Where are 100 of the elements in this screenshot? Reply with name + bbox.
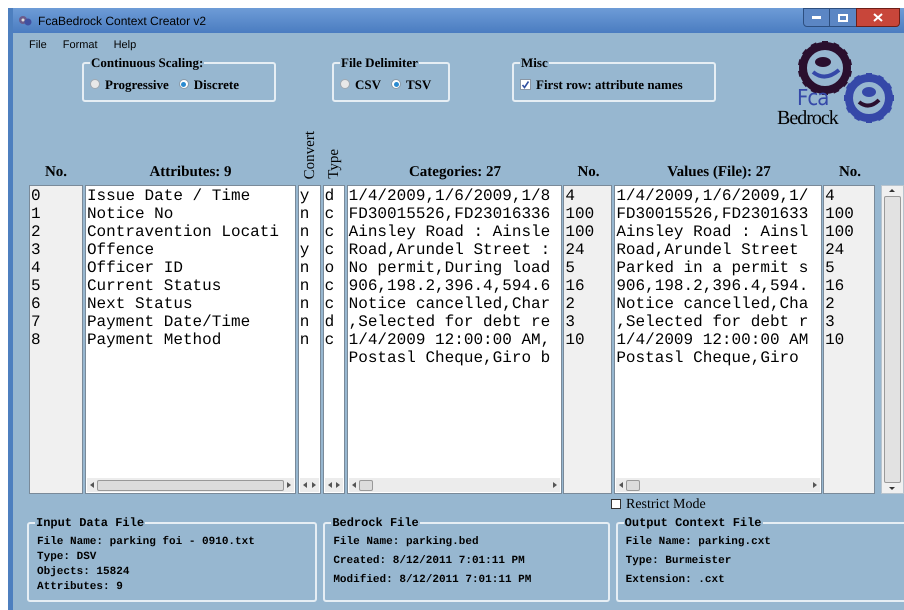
horizontal-scrollbar[interactable]	[616, 478, 820, 492]
minimize-button[interactable]	[803, 8, 830, 27]
row-number: 2	[30, 223, 41, 241]
category-count: 5	[564, 259, 575, 277]
info-text: Attributes: 9	[37, 580, 123, 594]
info-text: Created: 8/12/2011 7:01:11 PM	[333, 554, 525, 568]
category-values: ,Selected for debt re	[348, 313, 550, 331]
value-count: 100	[824, 205, 854, 223]
window-title: FcaBedrock Context Creator v2	[38, 12, 206, 30]
file-values: ,Selected for debt r	[615, 313, 808, 331]
radio-option[interactable]: CSV	[340, 74, 382, 94]
attribute-name: Issue Date / Time	[86, 187, 250, 205]
attribute-name: Offence	[86, 241, 154, 259]
convert-value: n	[298, 205, 310, 223]
row-number: 7	[30, 313, 41, 331]
file-values: Parked in a permit s	[615, 259, 808, 277]
column-header: Categories: 27	[408, 162, 502, 182]
category-count: 100	[564, 223, 594, 241]
horizontal-scrollbar[interactable]	[86, 478, 294, 492]
file-values: 1/4/2009,1/6/2009,1/	[615, 187, 808, 205]
info-text: File Name: parking foi - 0910.txt	[37, 535, 255, 549]
category-values: FD30015526,FD23016336	[348, 205, 550, 223]
column-header: Type	[325, 149, 343, 179]
attribute-name: Contravention Locati	[86, 223, 279, 241]
info-text: File Name: parking.bed	[333, 535, 479, 549]
value-count: 10	[824, 331, 844, 349]
category-count: 100	[564, 205, 594, 223]
category-values: No permit,During load	[348, 259, 550, 277]
type-code: c	[324, 205, 334, 223]
category-count: 10	[564, 331, 585, 349]
menu-item[interactable]: Format	[62, 37, 98, 53]
value-count: 24	[824, 241, 844, 259]
panel-title: Output Context File	[624, 515, 762, 532]
type-code: d	[324, 313, 334, 331]
convert-value: n	[298, 223, 310, 241]
menu-item[interactable]: Help	[114, 37, 136, 53]
menu-item[interactable]: File	[29, 37, 47, 53]
attribute-name: Officer ID	[86, 259, 183, 277]
close-icon	[873, 13, 883, 22]
convert-value: n	[298, 313, 310, 331]
category-values: Notice cancelled,Char	[348, 295, 550, 313]
horizontal-scrollbar[interactable]	[324, 478, 343, 492]
category-values: Ainsley Road : Ainsle	[348, 223, 550, 241]
attribute-name: Payment Date/Time	[86, 313, 250, 331]
group-label: Misc	[520, 54, 549, 72]
convert-value: y	[298, 241, 310, 259]
column-header: No.	[838, 162, 862, 182]
convert-value: n	[298, 295, 310, 313]
radio-option[interactable]: TSV	[391, 74, 432, 94]
convert-value: y	[298, 187, 310, 205]
type-code: c	[324, 223, 334, 241]
logo-text: Bedrock	[777, 108, 838, 128]
checkbox[interactable]: First row: attribute names	[520, 74, 683, 94]
close-button[interactable]	[856, 8, 900, 27]
maximize-button[interactable]	[830, 8, 856, 27]
row-number: 6	[30, 295, 41, 313]
row-number: 1	[30, 205, 41, 223]
value-count: 5	[824, 259, 835, 277]
column-header: Attributes: 9	[149, 162, 232, 182]
column-header: Values (File): 27	[667, 162, 771, 182]
attribute-name: Next Status	[86, 295, 193, 313]
type-code: c	[324, 331, 334, 349]
attribute-name: Current Status	[86, 277, 222, 295]
column-header: No.	[44, 162, 68, 182]
info-text: Modified: 8/12/2011 7:01:11 PM	[333, 573, 532, 587]
attribute-name: Payment Method	[86, 331, 222, 349]
panel-title: Bedrock File	[331, 515, 420, 532]
info-text: Type: Burmeister	[626, 554, 732, 568]
file-values: Notice cancelled,Cha	[615, 295, 808, 313]
category-count: 16	[564, 277, 585, 295]
category-values: Postasl Cheque,Giro b	[348, 349, 550, 367]
category-values: 1/4/2009,1/6/2009,1/8	[348, 187, 550, 205]
radio-option[interactable]: Progressive	[90, 74, 169, 94]
horizontal-scrollbar[interactable]	[348, 478, 560, 492]
category-values: 1/4/2009 12:00:00 AM,	[348, 331, 550, 349]
value-count: 100	[824, 223, 854, 241]
row-number: 3	[30, 241, 41, 259]
info-text: Type: DSV	[37, 550, 96, 564]
category-values: Road,Arundel Street :	[348, 241, 550, 259]
value-count: 4	[824, 187, 835, 205]
radio-option[interactable]: Discrete	[178, 74, 240, 94]
value-count: 2	[824, 295, 835, 313]
file-values: 906,198.2,396.4,594.	[615, 277, 808, 295]
group-label: Continuous Scaling:	[90, 54, 204, 72]
type-code: c	[324, 241, 334, 259]
vertical-scrollbar[interactable]	[881, 185, 904, 494]
group-label: File Delimiter	[340, 54, 419, 72]
column-header: Convert	[300, 130, 318, 179]
file-values: Ainsley Road : Ainsl	[615, 223, 808, 241]
column-header: No.	[577, 162, 600, 182]
row-number: 0	[30, 187, 41, 205]
value-count: 3	[824, 313, 835, 331]
check-icon	[521, 80, 530, 89]
logo-text: Fca	[797, 88, 828, 110]
value-count: 16	[824, 277, 844, 295]
info-text: File Name: parking.cxt	[626, 535, 771, 549]
checkbox[interactable]: Restrict Mode	[611, 494, 706, 514]
category-values: 906,198.2,396.4,594.6	[348, 277, 550, 295]
category-count: 24	[564, 241, 585, 259]
horizontal-scrollbar[interactable]	[300, 478, 319, 492]
